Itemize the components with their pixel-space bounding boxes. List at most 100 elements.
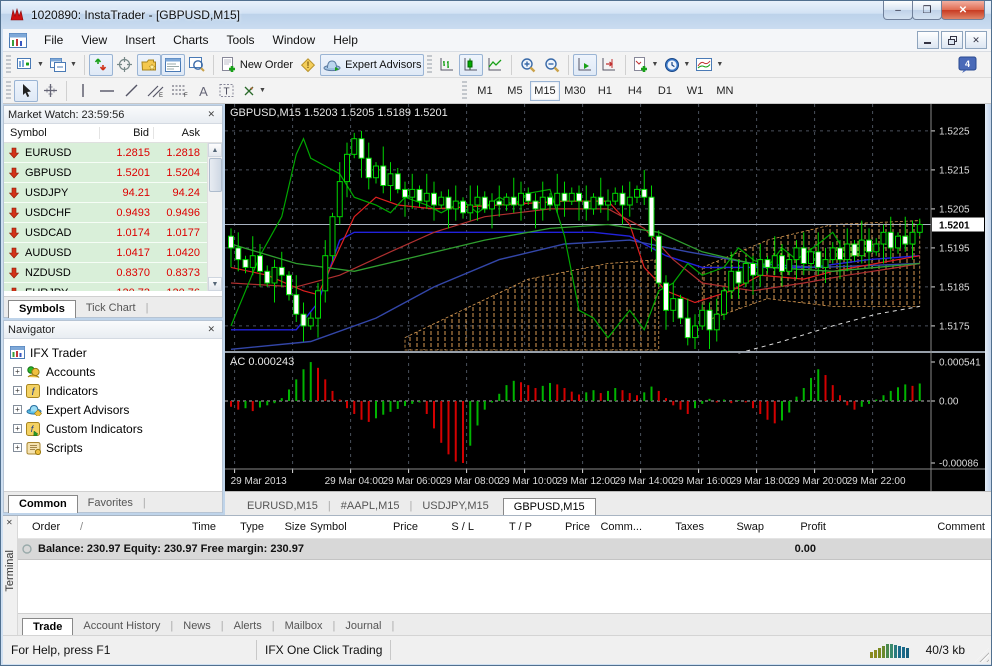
col-price-current[interactable]: Price <box>534 521 592 533</box>
mdi-restore-button[interactable] <box>941 31 963 49</box>
tab-mailbox[interactable]: Mailbox <box>275 618 333 635</box>
tab-alerts[interactable]: Alerts <box>224 618 272 635</box>
symbol-row-usdchf[interactable]: USDCHF 0.94930.9496 <box>4 203 222 223</box>
tab-common[interactable]: Common <box>8 495 78 513</box>
symbol-row-eurusd[interactable]: EURUSD 1.28151.2818 <box>4 143 222 163</box>
scroll-up-icon[interactable]: ▲ <box>208 143 222 157</box>
new-order-button[interactable]: New Order <box>218 54 296 76</box>
auto-scroll-button[interactable] <box>573 54 597 76</box>
chart-tab-gbpusd[interactable]: GBPUSD,M15 <box>503 498 596 516</box>
crosshair-tool-button[interactable] <box>38 80 62 102</box>
strategy-tester-button[interactable] <box>185 54 209 76</box>
col-tp[interactable]: T / P <box>476 521 534 533</box>
terminal-toggle-button[interactable] <box>161 54 185 76</box>
tab-favorites[interactable]: Favorites <box>78 495 143 512</box>
scroll-down-icon[interactable]: ▼ <box>208 277 222 291</box>
restore-button[interactable]: ❐ <box>912 1 942 20</box>
col-size[interactable]: Size <box>266 521 308 533</box>
tab-journal[interactable]: Journal <box>335 618 391 635</box>
mdi-close-button[interactable]: ✕ <box>965 31 987 49</box>
timeframe-m5-button[interactable]: M5 <box>500 81 530 101</box>
chart-vertical-scrollbar[interactable] <box>985 104 991 491</box>
col-type[interactable]: Type <box>218 521 266 533</box>
menu-view[interactable]: View <box>72 30 116 50</box>
bar-chart-mode-button[interactable] <box>435 54 459 76</box>
expand-icon[interactable]: + <box>13 424 22 433</box>
col-commission[interactable]: Comm... <box>592 521 644 533</box>
menu-help[interactable]: Help <box>324 30 367 50</box>
column-symbol[interactable]: Symbol <box>4 127 100 139</box>
chart-tab-eurusd[interactable]: EURUSD,M15 <box>237 498 328 515</box>
menu-file[interactable]: File <box>35 30 72 50</box>
chart-tab-aapl[interactable]: #AAPL,M15 <box>331 498 410 515</box>
alert-icon[interactable]: ! <box>296 54 320 76</box>
close-button[interactable]: ✕ <box>941 1 985 20</box>
expand-icon[interactable]: + <box>13 443 22 452</box>
line-chart-mode-button[interactable] <box>483 54 507 76</box>
col-time[interactable]: Time <box>98 521 218 533</box>
terminal-close-icon[interactable]: ✕ <box>6 518 13 527</box>
timeframe-h4-button[interactable]: H4 <box>620 81 650 101</box>
expand-icon[interactable]: + <box>13 405 22 414</box>
col-taxes[interactable]: Taxes <box>644 521 706 533</box>
text-tool-button[interactable]: A <box>191 80 215 102</box>
market-watch-scrollbar[interactable]: ▲ ▼ <box>207 143 222 291</box>
templates-button[interactable]: ▼ <box>693 54 726 76</box>
cursor-tool-button[interactable] <box>14 80 38 102</box>
profiles-button[interactable]: ▼ <box>47 54 80 76</box>
menu-tools[interactable]: Tools <box>218 30 264 50</box>
toolbar-grip[interactable] <box>6 55 11 75</box>
zoom-in-button[interactable] <box>516 54 540 76</box>
minimize-button[interactable]: – <box>883 1 913 20</box>
toolbar-grip[interactable] <box>462 81 467 101</box>
new-chart-button[interactable]: ▼ <box>14 54 47 76</box>
chart-canvas[interactable]: 1.52251.52151.52051.51951.51851.51751.52… <box>225 104 985 491</box>
tree-item-indicators[interactable]: + f Indicators <box>10 381 222 400</box>
trendline-tool-button[interactable] <box>119 80 143 102</box>
tab-account-history[interactable]: Account History <box>73 618 170 635</box>
tab-trade[interactable]: Trade <box>22 618 73 636</box>
symbol-row-audusd[interactable]: AUDUSD 1.04171.0420 <box>4 243 222 263</box>
navigator-toggle-button[interactable] <box>137 54 161 76</box>
toolbar-grip[interactable] <box>6 81 11 101</box>
vertical-line-tool-button[interactable] <box>71 80 95 102</box>
col-comment[interactable]: Comment <box>828 521 991 533</box>
tree-item-accounts[interactable]: + Accounts <box>10 362 222 381</box>
menu-charts[interactable]: Charts <box>164 30 217 50</box>
menu-insert[interactable]: Insert <box>116 30 164 50</box>
timeframe-m1-button[interactable]: M1 <box>470 81 500 101</box>
tab-news[interactable]: News <box>173 618 221 635</box>
notifications-button[interactable]: 4 <box>955 54 981 76</box>
timeframe-mn-button[interactable]: MN <box>710 81 740 101</box>
symbol-row-usdjpy[interactable]: USDJPY 94.2194.24 <box>4 183 222 203</box>
navigator-close-icon[interactable]: ✕ <box>204 324 218 335</box>
text-label-tool-button[interactable]: T <box>215 80 239 102</box>
col-order[interactable]: Order <box>18 521 78 533</box>
symbol-row-gbpusd[interactable]: GBPUSD 1.52011.5204 <box>4 163 222 183</box>
channel-tool-button[interactable]: E <box>143 80 167 102</box>
zoom-out-button[interactable] <box>540 54 564 76</box>
col-symbol[interactable]: Symbol <box>308 521 364 533</box>
symbol-row-usdcad[interactable]: USDCAD 1.01741.0177 <box>4 223 222 243</box>
tab-tick-chart[interactable]: Tick Chart <box>76 300 146 317</box>
col-profit[interactable]: Profit <box>766 521 828 533</box>
menu-window[interactable]: Window <box>264 30 325 50</box>
tree-item-scripts[interactable]: + Scripts <box>10 438 222 457</box>
timeframe-h1-button[interactable]: H1 <box>590 81 620 101</box>
timeframe-w1-button[interactable]: W1 <box>680 81 710 101</box>
tree-item-expert-advisors[interactable]: + Expert Advisors <box>10 400 222 419</box>
tree-item-custom-indicators[interactable]: + f Custom Indicators <box>10 419 222 438</box>
symbol-row-eurjpy[interactable]: EURJPY 120.73120.76 <box>4 283 222 291</box>
tab-symbols[interactable]: Symbols <box>8 300 76 318</box>
column-bid[interactable]: Bid <box>100 127 154 139</box>
col-price-open[interactable]: Price <box>364 521 420 533</box>
horizontal-line-tool-button[interactable] <box>95 80 119 102</box>
fibonacci-tool-button[interactable]: F <box>167 80 191 102</box>
balance-row[interactable]: Balance: 230.97 Equity: 230.97 Free marg… <box>18 539 991 560</box>
timeframe-d1-button[interactable]: D1 <box>650 81 680 101</box>
chart-tab-usdjpy[interactable]: USDJPY,M15 <box>412 498 498 515</box>
chart-shift-button[interactable] <box>597 54 621 76</box>
periods-button[interactable]: ▼ <box>661 54 693 76</box>
expert-advisors-button[interactable]: Expert Advisors <box>320 54 424 76</box>
col-swap[interactable]: Swap <box>706 521 766 533</box>
